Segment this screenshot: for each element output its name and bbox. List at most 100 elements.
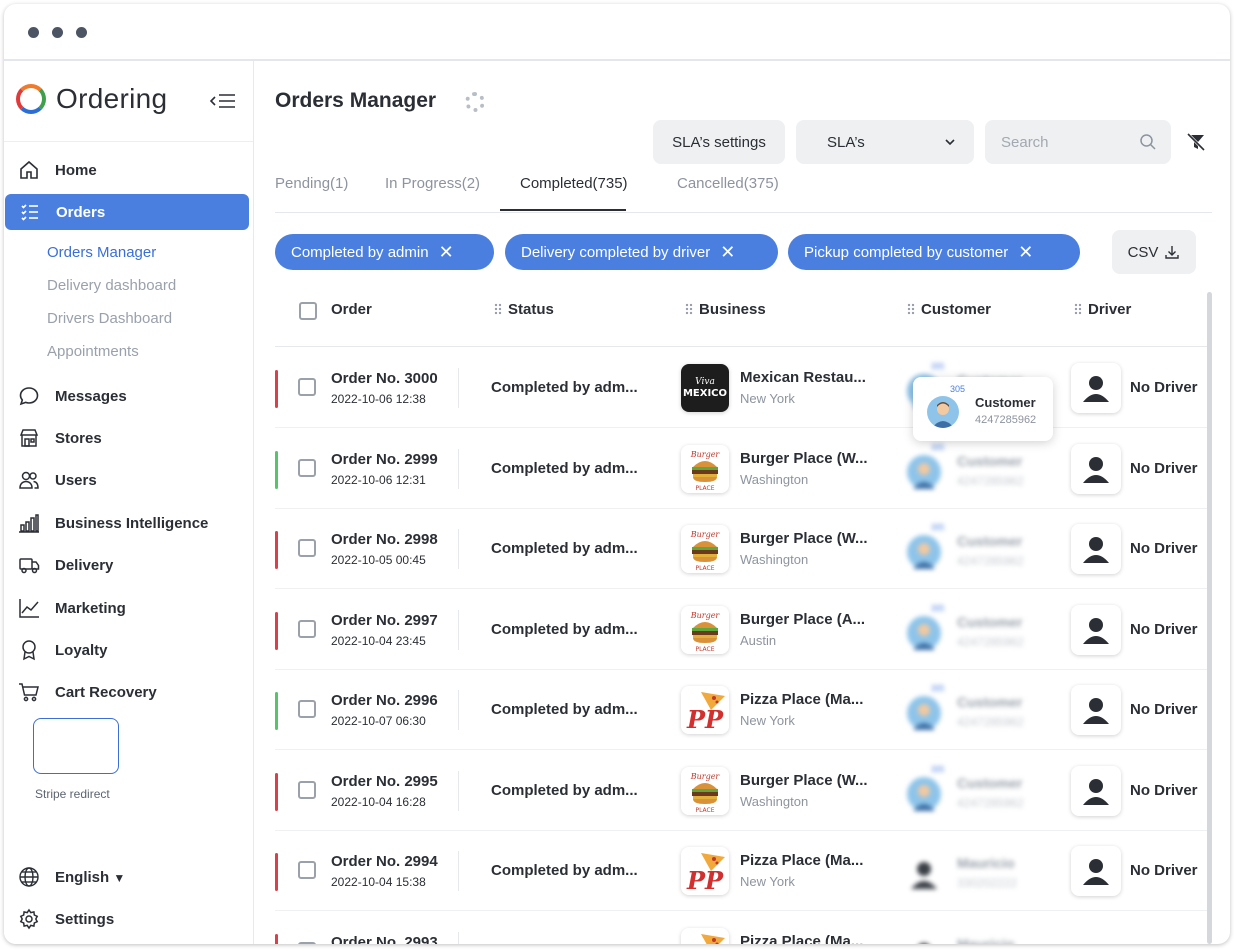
table-row[interactable]: Order No. 3000 2022-10-06 12:38 Completed …: [275, 348, 1212, 428]
nav-business-intelligence[interactable]: Business Intelligence: [4, 505, 250, 541]
csv-export-button[interactable]: CSV: [1112, 230, 1196, 274]
column-header-status[interactable]: Status: [494, 301, 554, 318]
order-status-bar: [275, 370, 278, 408]
customer-phone: 4247285962: [957, 795, 1024, 810]
sla-settings-button[interactable]: SLA’s settings: [653, 120, 785, 164]
row-checkbox[interactable]: [298, 780, 316, 799]
column-header-label: Status: [508, 301, 554, 318]
column-header-business[interactable]: Business: [685, 301, 766, 318]
help-icon[interactable]: [465, 92, 485, 112]
csv-label: CSV: [1127, 243, 1159, 261]
language-text: English: [55, 868, 110, 886]
tab-in-progress[interactable]: In Progress(2): [385, 175, 480, 192]
nav-stores[interactable]: Stores: [4, 420, 250, 456]
order-status: Completed by adm...: [491, 459, 638, 477]
truck-icon: [19, 558, 40, 574]
collapse-menu-icon[interactable]: [208, 91, 238, 111]
globe-icon: [19, 867, 39, 887]
language-selector[interactable]: English ▼: [4, 859, 250, 895]
sub-item-appointments[interactable]: Appointments: [47, 343, 139, 360]
filter-chip[interactable]: Delivery completed by driver ✕: [505, 234, 778, 270]
sidebar: Ordering Home Orders Orders Manager Deli…: [4, 61, 254, 944]
close-icon[interactable]: ✕: [1018, 243, 1033, 261]
customer-cell[interactable]: 305 Customer 4247285962: [907, 604, 1057, 654]
select-all-checkbox[interactable]: [299, 302, 317, 320]
column-header-order[interactable]: Order: [331, 301, 372, 318]
customer-badge: 305: [931, 362, 945, 371]
column-header-driver[interactable]: Driver: [1074, 301, 1131, 318]
window-dot: [76, 27, 87, 38]
scrollbar[interactable]: [1207, 292, 1212, 944]
table-row[interactable]: Order No. 2995 2022-10-04 16:28 Completed …: [275, 751, 1212, 831]
order-status-bar: [275, 692, 278, 730]
customer-cell[interactable]: 305 Customer 4247285962: [907, 684, 1057, 734]
row-checkbox[interactable]: [298, 378, 316, 396]
filter-chip-label: Delivery completed by driver: [521, 243, 711, 261]
close-icon[interactable]: ✕: [720, 243, 735, 261]
table-row[interactable]: Order No. 2996 2022-10-07 06:30 Completed …: [275, 670, 1212, 750]
table-row[interactable]: Order No. 2999 2022-10-06 12:31 Completed …: [275, 429, 1212, 509]
column-header-customer[interactable]: Customer: [907, 301, 991, 318]
table-row[interactable]: Order No. 2994 2022-10-04 15:38 Completed …: [275, 831, 1212, 911]
sla-select[interactable]: SLA’s: [796, 120, 974, 164]
nav-users[interactable]: Users: [4, 462, 250, 498]
row-checkbox[interactable]: [298, 539, 316, 557]
row-checkbox[interactable]: [298, 700, 316, 718]
users-icon: [19, 471, 39, 489]
order-date: 2022-10-05 00:45: [331, 553, 426, 567]
sub-item-delivery-dashboard[interactable]: Delivery dashboard: [47, 277, 176, 294]
svg-text:PP: PP: [686, 705, 724, 734]
sub-item-orders-manager[interactable]: Orders Manager: [47, 244, 156, 261]
table-row[interactable]: Order No. 2997 2022-10-04 23:45 Completed …: [275, 590, 1212, 670]
drag-handle-icon[interactable]: [907, 303, 915, 315]
drag-handle-icon[interactable]: [494, 303, 502, 315]
row-checkbox[interactable]: [298, 619, 316, 638]
column-divider: [458, 770, 459, 811]
customer-avatar: [907, 776, 941, 811]
nav-marketing[interactable]: Marketing: [4, 590, 250, 626]
row-checkbox[interactable]: [298, 861, 316, 879]
sla-select-value: SLA’s: [827, 133, 865, 151]
filter-chip[interactable]: Pickup completed by customer ✕: [788, 234, 1080, 270]
nav-delivery[interactable]: Delivery: [4, 547, 250, 583]
search-input[interactable]: Search: [985, 120, 1171, 164]
customer-cell[interactable]: 305 Customer 4247285962: [907, 765, 1057, 815]
nav-cart-recovery[interactable]: Cart Recovery: [4, 674, 250, 710]
order-status-bar: [275, 772, 278, 811]
filter-chip-label: Pickup completed by customer: [804, 243, 1009, 261]
stripe-redirect-box[interactable]: [33, 718, 119, 774]
table-row[interactable]: Order No. 2998 2022-10-05 00:45 Completed …: [275, 509, 1212, 589]
business-city: Washington: [740, 552, 809, 567]
drag-handle-icon[interactable]: [1074, 303, 1082, 315]
nav-loyalty[interactable]: Loyalty: [4, 632, 250, 668]
nav-home[interactable]: Home: [4, 152, 250, 188]
sidebar-divider: [4, 141, 253, 142]
filter-off-icon[interactable]: [1186, 132, 1206, 152]
row-checkbox[interactable]: [298, 941, 316, 944]
nav-settings[interactable]: Settings: [4, 901, 250, 937]
table-row[interactable]: Order No. 2993 PP Pizza Place (Ma... Mauric…: [275, 912, 1212, 944]
customer-avatar: [907, 535, 941, 569]
drag-handle-icon[interactable]: [685, 303, 693, 315]
tab-completed[interactable]: Completed(735): [520, 175, 628, 192]
sub-item-drivers-dashboard[interactable]: Drivers Dashboard: [47, 310, 172, 327]
customer-cell[interactable]: 305 Customer 4247285962: [907, 523, 1057, 573]
tab-cancelled[interactable]: Cancelled(375): [677, 175, 779, 192]
nav-messages[interactable]: Messages: [4, 378, 250, 414]
order-status: Completed by adm...: [491, 781, 638, 799]
customer-cell[interactable]: 305 Customer 4247285962: [907, 443, 1057, 493]
customer-badge: 305: [950, 384, 966, 394]
customer-cell[interactable]: Mauricio: [907, 930, 1057, 944]
customer-cell[interactable]: Mauricio 330202222: [907, 849, 1057, 895]
order-status-bar: [275, 450, 278, 489]
driver-avatar: [1071, 443, 1121, 494]
filter-chip[interactable]: Completed by admin ✕: [275, 234, 494, 270]
nav-orders[interactable]: Orders: [5, 194, 249, 230]
logo[interactable]: Ordering: [16, 79, 167, 119]
driver-name: No Driver: [1130, 459, 1198, 477]
row-checkbox[interactable]: [298, 458, 316, 477]
order-status: Completed by adm...: [491, 701, 638, 718]
business-logo: Viva MEXICO: [681, 364, 729, 412]
close-icon[interactable]: ✕: [439, 243, 454, 261]
tab-pending[interactable]: Pending(1): [275, 175, 348, 192]
